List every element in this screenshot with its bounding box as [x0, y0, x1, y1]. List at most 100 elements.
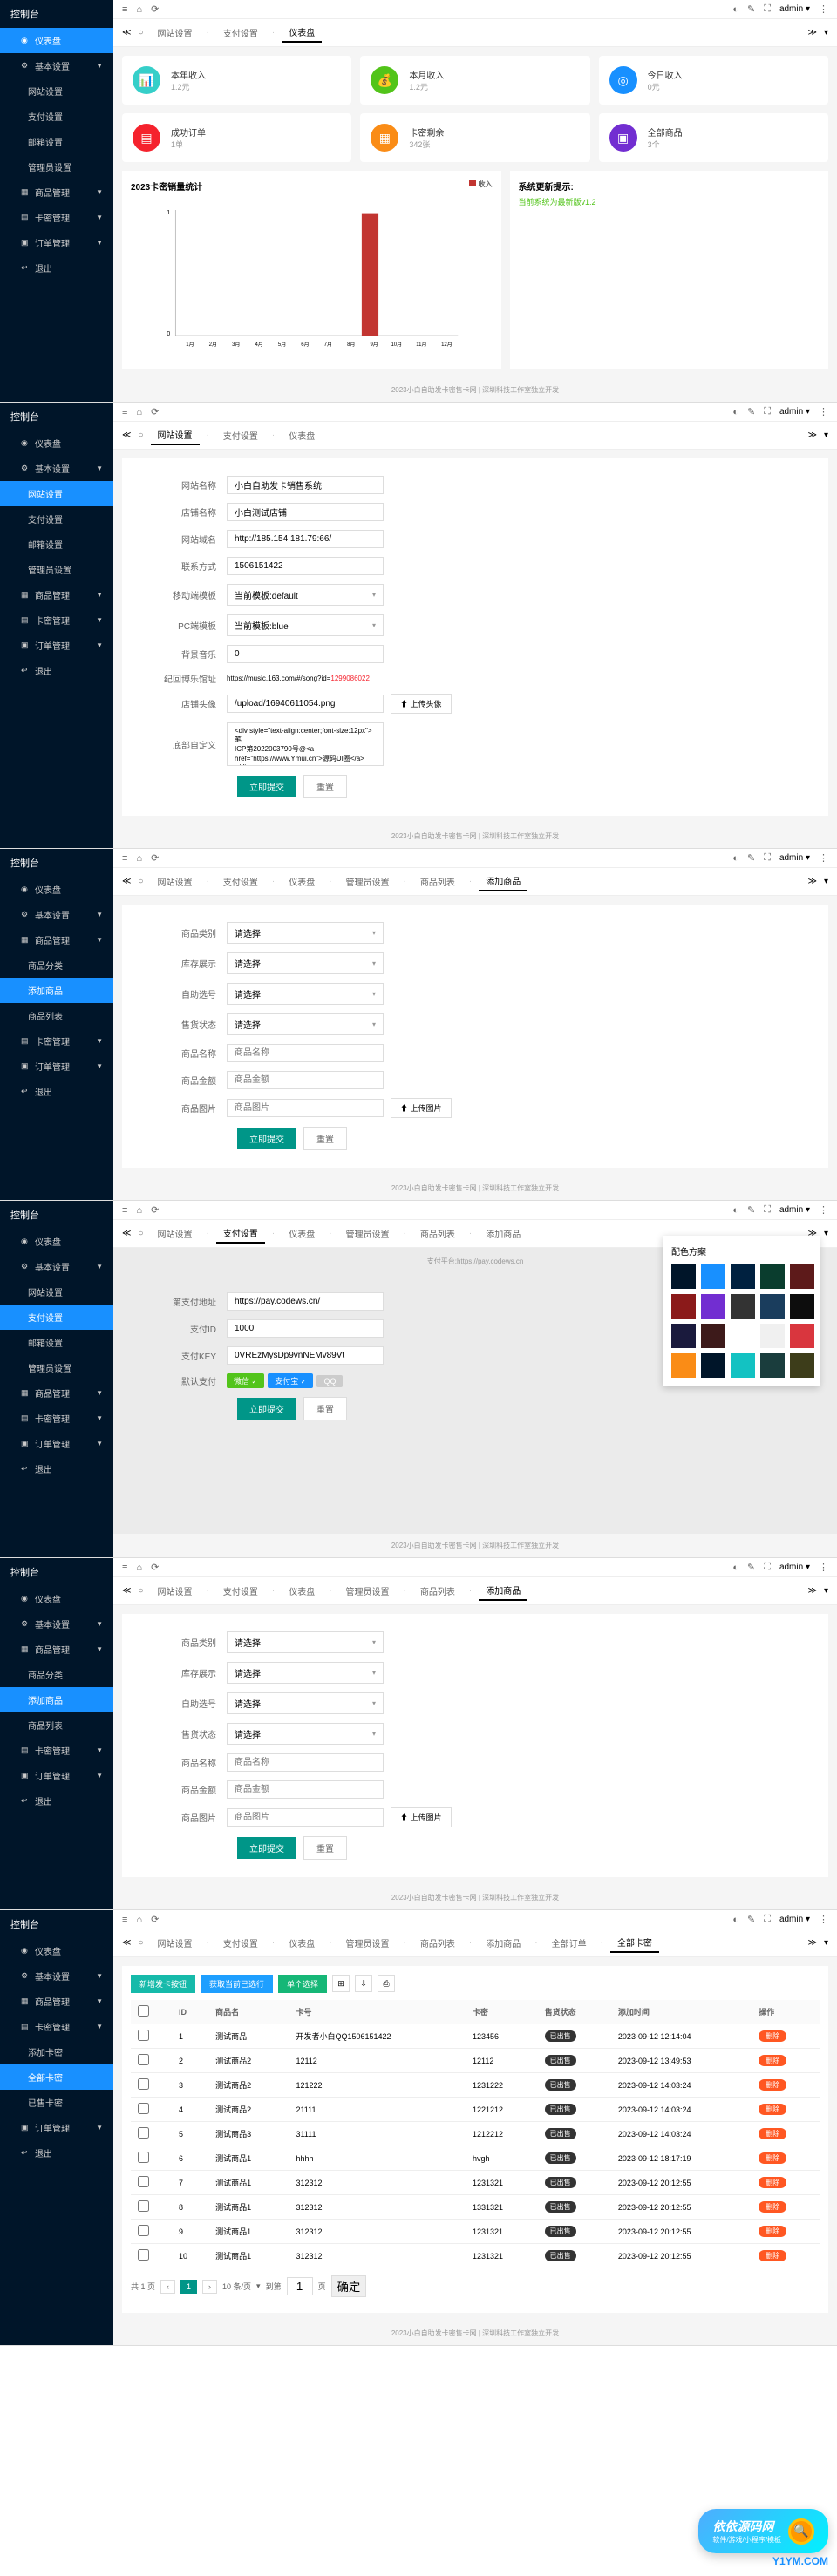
delete-button[interactable]: 删除 — [759, 2250, 786, 2261]
sidebar-item-logout[interactable]: ↩退出 — [0, 658, 113, 683]
pager-confirm[interactable]: 确定 — [331, 2275, 367, 2297]
sidebar-item-logout[interactable]: ↩退出 — [0, 1456, 113, 1481]
sidebar-item-mail[interactable]: 邮箱设置 — [0, 129, 113, 154]
tab-menu-icon[interactable]: ▾ — [824, 1586, 828, 1596]
sidebar-item-pay[interactable]: 支付设置 — [0, 1305, 113, 1330]
tab-goods[interactable]: 商品列表 — [413, 1582, 462, 1600]
sidebar-item-pay[interactable]: 支付设置 — [0, 104, 113, 129]
input-pay-url[interactable] — [227, 1292, 384, 1311]
checkbox-row[interactable] — [138, 2127, 149, 2139]
select-mobile-tpl[interactable]: 当前模板:default▾ — [227, 584, 384, 606]
tab-site[interactable]: 网站设置 — [151, 1582, 200, 1600]
theme-swatch[interactable] — [760, 1324, 785, 1348]
add-card-button[interactable]: 新增发卡按钮 — [131, 1975, 195, 1993]
tab-next-icon[interactable]: ≫ — [808, 430, 817, 440]
theme-swatch[interactable] — [790, 1264, 814, 1289]
reset-button[interactable]: 重置 — [303, 1397, 347, 1420]
input-goods-image[interactable] — [227, 1099, 384, 1117]
sidebar-item-order[interactable]: ▣订单管理▼ — [0, 1054, 113, 1079]
select-pc-tpl[interactable]: 当前模板:blue▾ — [227, 614, 384, 636]
upload-image-button[interactable]: ⬆ 上传图片 — [391, 1807, 452, 1827]
tab-menu-icon[interactable]: ▾ — [824, 1938, 828, 1948]
tab-admin[interactable]: 管理员设置 — [339, 1934, 397, 1952]
pager-size[interactable]: 10 条/页 — [222, 2281, 251, 2292]
sidebar-item-goods-class[interactable]: 商品分类 — [0, 952, 113, 978]
select-stock[interactable]: 请选择▾ — [227, 1662, 384, 1684]
print-icon[interactable]: ⎙ — [378, 1975, 395, 1992]
more-icon[interactable]: ⋮ — [819, 1562, 828, 1573]
theme-swatch[interactable] — [731, 1324, 755, 1348]
theme-swatch[interactable] — [671, 1324, 696, 1348]
pager-page-1[interactable]: 1 — [180, 2280, 197, 2294]
tab-prev-icon[interactable]: ≪ — [122, 430, 131, 440]
theme-icon[interactable]: ◐ — [732, 1915, 738, 1925]
tab-home-icon[interactable]: ○ — [138, 1229, 143, 1238]
theme-swatch[interactable] — [671, 1353, 696, 1378]
tab-goods[interactable]: 商品列表 — [413, 872, 462, 891]
sidebar-item-pay[interactable]: 支付设置 — [0, 506, 113, 532]
tab-home-icon[interactable]: ○ — [138, 1586, 143, 1596]
more-icon[interactable]: ⋮ — [819, 1204, 828, 1216]
tab-dashboard[interactable]: 仪表盘 — [282, 1224, 322, 1243]
sidebar-item-admin[interactable]: 管理员设置 — [0, 154, 113, 180]
menu-icon[interactable]: ≡ — [122, 853, 127, 864]
home-icon[interactable]: ⌂ — [136, 853, 142, 864]
sidebar-item-card[interactable]: ▤卡密管理▼ — [0, 607, 113, 633]
tab-prev-icon[interactable]: ≪ — [122, 877, 131, 886]
sidebar-item-admin[interactable]: 管理员设置 — [0, 1355, 113, 1380]
sidebar-item-add-goods[interactable]: 添加商品 — [0, 978, 113, 1003]
menu-icon[interactable]: ≡ — [122, 4, 127, 15]
refresh-icon[interactable]: ⟳ — [151, 3, 159, 15]
tab-pay[interactable]: 支付设置 — [216, 1224, 265, 1244]
delete-button[interactable]: 删除 — [759, 2177, 786, 2188]
sidebar-item-logout[interactable]: ↩退出 — [0, 1079, 113, 1104]
tab-goods[interactable]: 商品列表 — [413, 1224, 462, 1243]
select-category[interactable]: 请选择▾ — [227, 922, 384, 944]
sidebar-item-add-goods[interactable]: 添加商品 — [0, 1687, 113, 1712]
sidebar-item-basic[interactable]: ⚙基本设置▼ — [0, 1963, 113, 1989]
tab-admin[interactable]: 管理员设置 — [339, 1224, 397, 1243]
checkbox-row[interactable] — [138, 2249, 149, 2261]
tab-dashboard[interactable]: 仪表盘 — [282, 1934, 322, 1952]
home-icon[interactable]: ⌂ — [136, 1205, 142, 1216]
note-icon[interactable]: ✎ — [747, 3, 755, 15]
get-selected-button[interactable]: 获取当前已选行 — [201, 1975, 273, 1993]
sidebar-item-logout[interactable]: ↩退出 — [0, 1788, 113, 1813]
sidebar-item-mail[interactable]: 邮箱设置 — [0, 532, 113, 557]
sidebar-item-basic[interactable]: ⚙基本设置▼ — [0, 53, 113, 78]
sidebar-item-add-card[interactable]: 添加卡密 — [0, 2039, 113, 2064]
delete-button[interactable]: 删除 — [759, 2030, 786, 2042]
tab-pay[interactable]: 支付设置 — [216, 1582, 265, 1600]
theme-swatch[interactable] — [671, 1294, 696, 1319]
sidebar-item-basic[interactable]: ⚙基本设置▼ — [0, 902, 113, 927]
refresh-icon[interactable]: ⟳ — [151, 852, 159, 864]
sidebar-item-card[interactable]: ▤卡密管理▼ — [0, 1028, 113, 1054]
theme-icon[interactable]: ◐ — [732, 1563, 738, 1573]
filter-icon[interactable]: ⊞ — [332, 1975, 350, 1992]
submit-button[interactable]: 立即提交 — [237, 776, 296, 797]
sidebar-item-all-cards[interactable]: 全部卡密 — [0, 2064, 113, 2090]
checkbox-row[interactable] — [138, 2225, 149, 2236]
home-icon[interactable]: ⌂ — [136, 4, 142, 15]
tab-dashboard[interactable]: 仪表盘 — [282, 872, 322, 891]
select-status[interactable]: 请选择▾ — [227, 1013, 384, 1035]
refresh-icon[interactable]: ⟳ — [151, 1204, 159, 1216]
tab-menu-icon[interactable]: ▾ — [824, 430, 828, 440]
submit-button[interactable]: 立即提交 — [237, 1398, 296, 1420]
tab-prev-icon[interactable]: ≪ — [122, 28, 131, 37]
reset-button[interactable]: 重置 — [303, 1127, 347, 1150]
tab-menu-icon[interactable]: ▾ — [824, 877, 828, 886]
upload-image-button[interactable]: ⬆ 上传图片 — [391, 1098, 452, 1118]
sidebar-item-logout[interactable]: ↩退出 — [0, 2140, 113, 2166]
fullscreen-icon[interactable]: ⛶ — [764, 3, 771, 15]
fullscreen-icon[interactable]: ⛶ — [764, 1562, 771, 1573]
sidebar-item-goods[interactable]: ▦商品管理▼ — [0, 1637, 113, 1662]
sidebar-item-dashboard[interactable]: ◉仪表盘 — [0, 1586, 113, 1611]
tab-site[interactable]: 网站设置 — [151, 425, 200, 445]
sidebar-item-site[interactable]: 网站设置 — [0, 481, 113, 506]
pay-option-wechat[interactable]: 微信 ✓ — [227, 1373, 264, 1388]
sidebar-item-basic[interactable]: ⚙基本设置▼ — [0, 1254, 113, 1279]
theme-icon[interactable]: ◐ — [732, 853, 738, 864]
submit-button[interactable]: 立即提交 — [237, 1128, 296, 1149]
sidebar-item-dashboard[interactable]: ◉仪表盘 — [0, 1229, 113, 1254]
